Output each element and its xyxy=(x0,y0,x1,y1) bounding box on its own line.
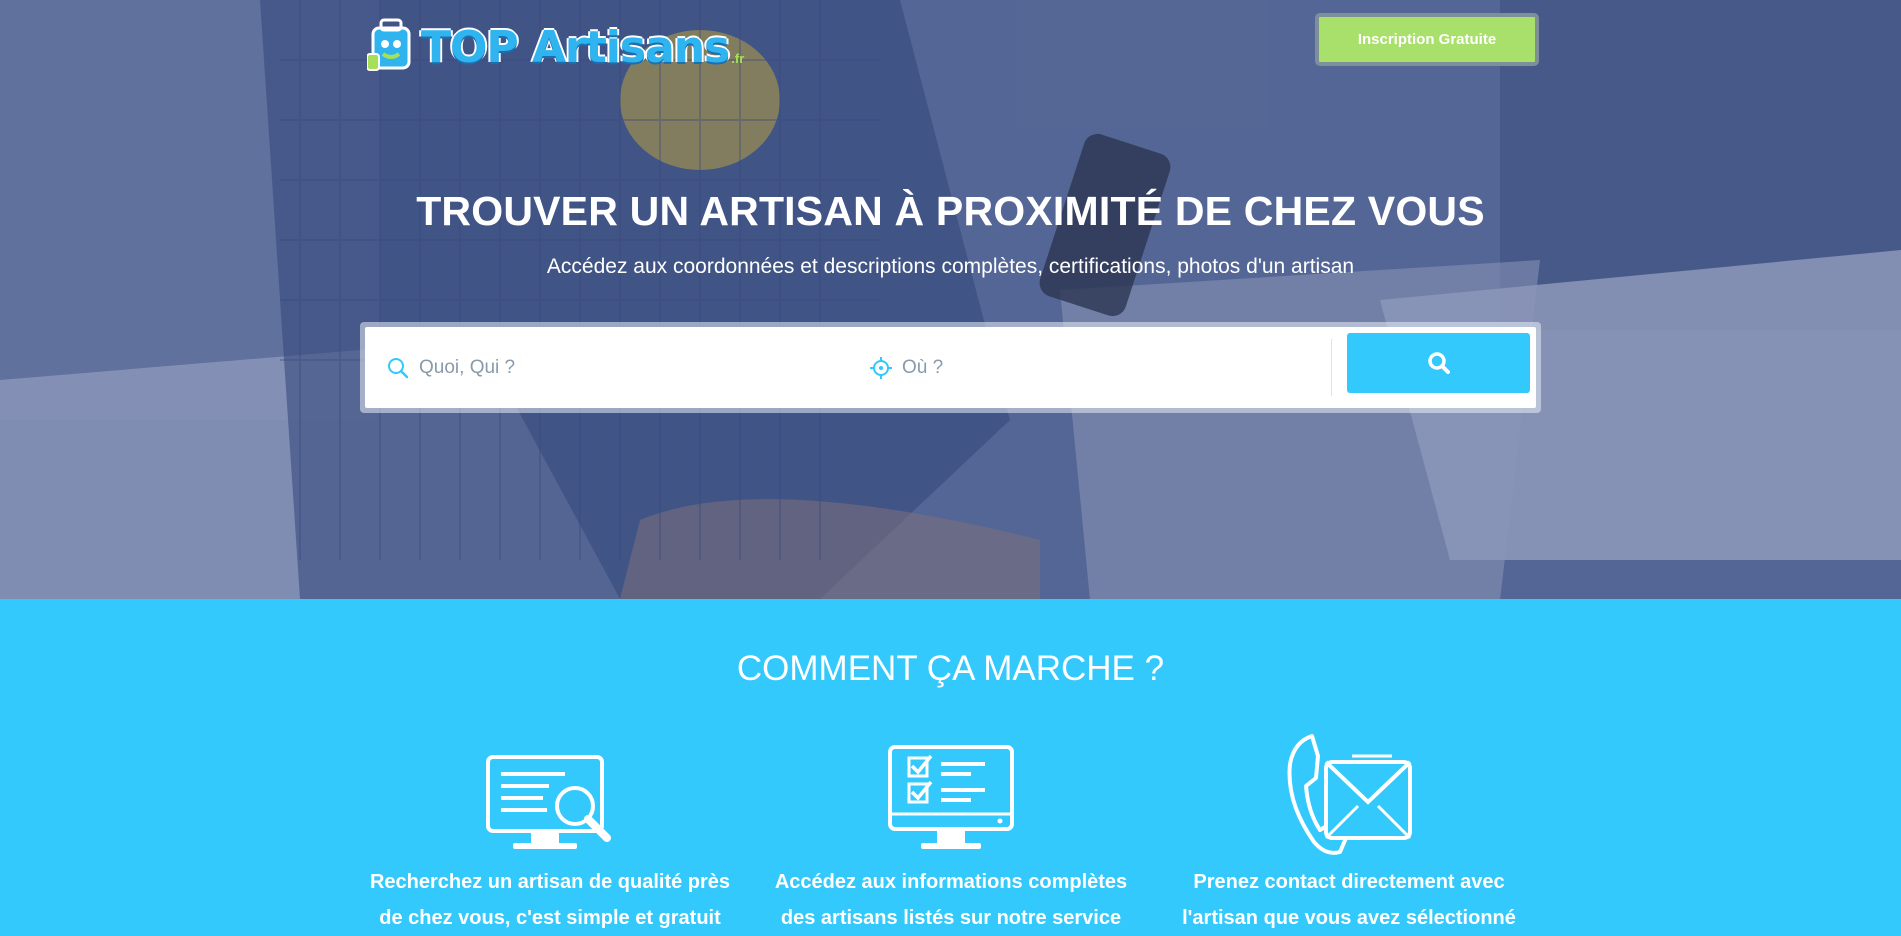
crosshair-icon xyxy=(870,356,892,379)
search-bar xyxy=(360,322,1541,413)
hero-section: TOP Artisans .fr Inscription Gratuite TR… xyxy=(0,0,1901,599)
logo-tld: .fr xyxy=(731,50,745,66)
step-search: Recherchez un artisan de qualité près de… xyxy=(350,733,750,936)
toolbox-mascot-icon xyxy=(367,18,411,71)
how-it-works-section: COMMENT ÇA MARCHE ? Recherchez un artisa… xyxy=(0,599,1901,936)
signup-button[interactable]: Inscription Gratuite xyxy=(1315,13,1539,66)
step-line-2: de chez vous, c'est simple et gratuit xyxy=(379,907,721,929)
step-text: Accédez aux informations complètes des a… xyxy=(751,864,1151,936)
step-text: Prenez contact directement avec l'artisa… xyxy=(1149,864,1549,936)
step-contact: Prenez contact directement avec l'artisa… xyxy=(1149,733,1549,936)
step-line-2: l'artisan que vous avez sélectionné xyxy=(1182,907,1516,929)
step-text: Recherchez un artisan de qualité près de… xyxy=(350,864,750,936)
phone-mail-icon xyxy=(1287,734,1412,855)
step-information: Accédez aux informations complètes des a… xyxy=(751,733,1151,936)
search-icon xyxy=(388,357,409,378)
computer-search-icon xyxy=(486,755,611,849)
site-logo[interactable]: TOP Artisans .fr xyxy=(367,18,744,76)
step-line-1: Recherchez un artisan de qualité près xyxy=(369,871,731,893)
where-input[interactable] xyxy=(900,355,1284,380)
where-field xyxy=(870,327,1320,408)
search-icon xyxy=(1427,352,1450,374)
how-it-works-title: COMMENT ÇA MARCHE ? xyxy=(736,649,1165,688)
what-field xyxy=(387,327,837,408)
logo-text: TOP Artisans xyxy=(421,21,730,73)
step-line-2: des artisans listés sur notre service xyxy=(780,907,1122,929)
search-button[interactable] xyxy=(1347,333,1530,393)
what-input[interactable] xyxy=(417,355,801,380)
search-divider xyxy=(1331,339,1332,396)
search-bar-inner xyxy=(365,327,1536,408)
step-line-1: Accédez aux informations complètes xyxy=(774,871,1128,893)
hero-title: TROUVER UN ARTISAN À PROXIMITÉ DE CHEZ V… xyxy=(416,188,1485,234)
hero-subtitle: Accédez aux coordonnées et descriptions … xyxy=(546,255,1355,278)
hero-overlay xyxy=(0,0,1901,599)
checklist-monitor-icon xyxy=(888,745,1014,849)
step-line-1: Prenez contact directement avec xyxy=(1193,871,1505,893)
